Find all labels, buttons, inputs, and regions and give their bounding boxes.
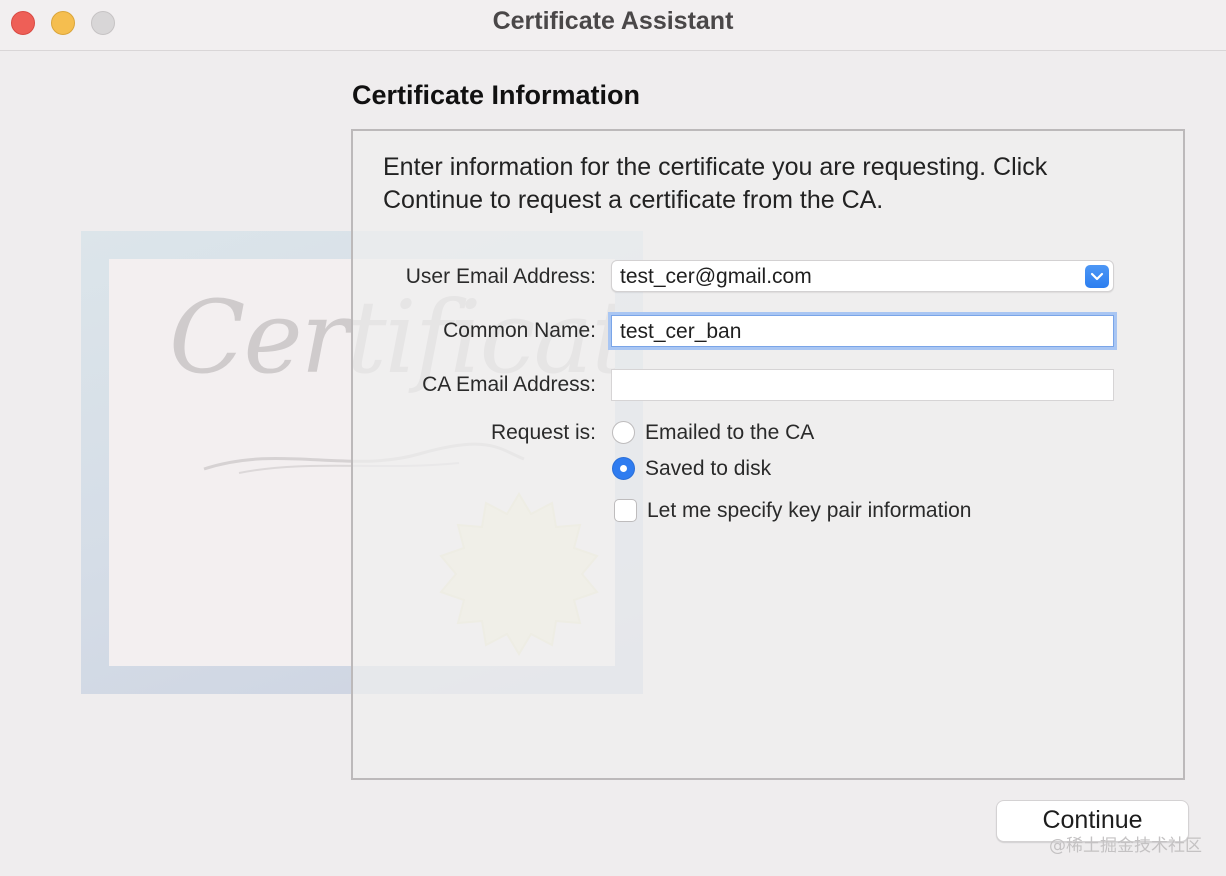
watermark: @稀土掘金技术社区 bbox=[1049, 836, 1202, 856]
ca-email-label: CA Email Address: bbox=[422, 373, 596, 396]
saved-to-disk-radio[interactable] bbox=[612, 457, 635, 480]
window-title: Certificate Assistant bbox=[492, 7, 734, 35]
request-is-label: Request is: bbox=[490, 421, 596, 444]
saved-option-label[interactable]: Saved to disk bbox=[645, 457, 771, 481]
section-title: Certificate Information bbox=[352, 80, 641, 110]
common-name-label: Common Name: bbox=[443, 319, 596, 342]
key-pair-label[interactable]: Let me specify key pair information bbox=[647, 499, 971, 523]
chevron-down-icon[interactable] bbox=[1085, 265, 1109, 288]
emailed-radio[interactable] bbox=[612, 421, 635, 444]
title-bar: Certificate Assistant bbox=[0, 0, 1226, 51]
emailed-option-label[interactable]: Emailed to the CA bbox=[645, 421, 814, 445]
user-email-value: test_cer@gmail.com bbox=[620, 265, 812, 288]
common-name-value: test_cer_ban bbox=[620, 320, 742, 343]
ca-email-field[interactable] bbox=[611, 369, 1114, 401]
form-panel bbox=[351, 129, 1185, 780]
key-pair-checkbox[interactable] bbox=[614, 499, 637, 522]
intro-text: Enter information for the certificate yo… bbox=[383, 153, 1048, 214]
user-email-popup[interactable]: test_cer@gmail.com bbox=[611, 260, 1114, 292]
user-email-label: User Email Address: bbox=[405, 265, 596, 288]
common-name-field[interactable]: test_cer_ban bbox=[611, 315, 1114, 347]
